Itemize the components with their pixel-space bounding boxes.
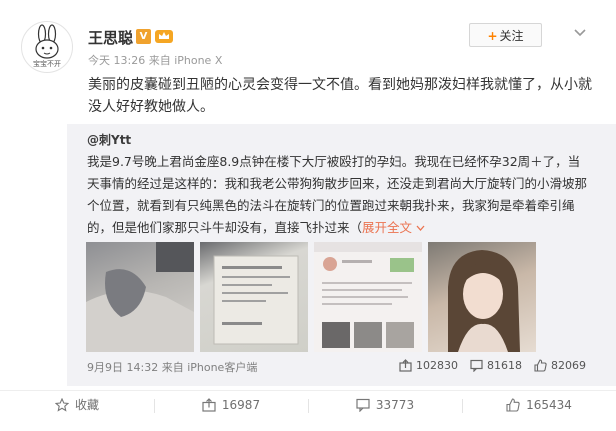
image-thumbnail[interactable] [428, 242, 536, 352]
repost-like-count[interactable]: 82069 [534, 359, 586, 372]
comment-button[interactable]: 33773 [308, 391, 462, 431]
repost-likes-value: 82069 [551, 359, 586, 372]
post-timestamp[interactable]: 今天 13:26 [88, 54, 145, 67]
star-icon [54, 397, 70, 412]
thumbs-up-icon [534, 359, 547, 372]
follow-label: 关注 [499, 29, 524, 43]
image-grid [86, 242, 606, 352]
action-bar: 收藏 16987 33773 165434 [0, 390, 616, 431]
repost-repost-count[interactable]: 102830 [399, 359, 458, 372]
post-source: 来自 iPhone X [148, 54, 223, 67]
follow-button[interactable]: + 关注 [469, 23, 542, 47]
repost-reposts-value: 102830 [416, 359, 458, 372]
post-meta: 今天 13:26 来自 iPhone X [88, 52, 222, 68]
comment-count: 33773 [375, 398, 415, 412]
medical-document-photo-icon [213, 255, 299, 345]
repost-source: 来自 iPhone客户端 [161, 361, 258, 374]
repost-comments-value: 81618 [487, 359, 522, 372]
member-crown-icon [155, 30, 173, 43]
comment-icon [470, 359, 483, 373]
repost-count: 16987 [221, 398, 261, 412]
plus-icon: + [487, 29, 498, 43]
repost-button[interactable]: 16987 [154, 391, 308, 431]
repost-text-container: 我是9.7号晚上君尚金座8.9点钟在楼下大厅被殴打的孕妇。我现在已经怀孕32周＋… [87, 151, 587, 239]
repost-timestamp[interactable]: 9月9日 14:32 [87, 361, 158, 374]
screenshot-photo-icon [314, 242, 422, 348]
hospital-bed-photo-icon [86, 242, 194, 352]
repost-author[interactable]: @刺Ytt [87, 131, 131, 148]
favorite-button[interactable]: 收藏 [0, 391, 154, 431]
verified-badge-icon: V [136, 29, 151, 44]
expand-full-text-link[interactable]: 展开全文 [362, 220, 425, 235]
weibo-post-card: 宝宝不开 王思聪 V 今天 13:26 来自 iPhone X + 关注 美丽的皮… [0, 0, 616, 431]
author-avatar[interactable]: 宝宝不开 [21, 21, 73, 73]
favorite-label: 收藏 [74, 398, 99, 412]
comment-icon [356, 398, 370, 413]
expand-label: 展开全文 [362, 220, 413, 235]
image-thumbnail[interactable] [86, 242, 194, 352]
author-name[interactable]: 王思聪 [88, 27, 133, 48]
thumbs-up-icon [506, 398, 520, 412]
expand-chevron-icon [416, 225, 425, 231]
share-icon [399, 359, 412, 372]
like-button[interactable]: 165434 [462, 391, 616, 431]
image-thumbnail[interactable] [200, 242, 308, 352]
repost-text: 我是9.7号晚上君尚金座8.9点钟在楼下大厅被殴打的孕妇。我现在已经怀孕32周＋… [87, 154, 588, 235]
portrait-photo-icon [448, 250, 520, 352]
repost-block: @刺Ytt 我是9.7号晚上君尚金座8.9点钟在楼下大厅被殴打的孕妇。我现在已经… [67, 124, 616, 386]
share-icon [202, 398, 216, 412]
chevron-down-icon[interactable] [573, 28, 587, 38]
like-count: 165434 [526, 398, 572, 412]
image-thumbnail[interactable] [314, 242, 422, 352]
repost-comment-count[interactable]: 81618 [470, 359, 522, 373]
avatar-caption: 宝宝不开 [33, 60, 61, 68]
repost-meta: 9月9日 14:32 来自 iPhone客户端 [87, 359, 257, 375]
post-text: 美丽的皮囊碰到丑陋的心灵会变得一文不值。看到她妈那泼妇样我就懂了，从小就没人好好… [88, 77, 592, 115]
